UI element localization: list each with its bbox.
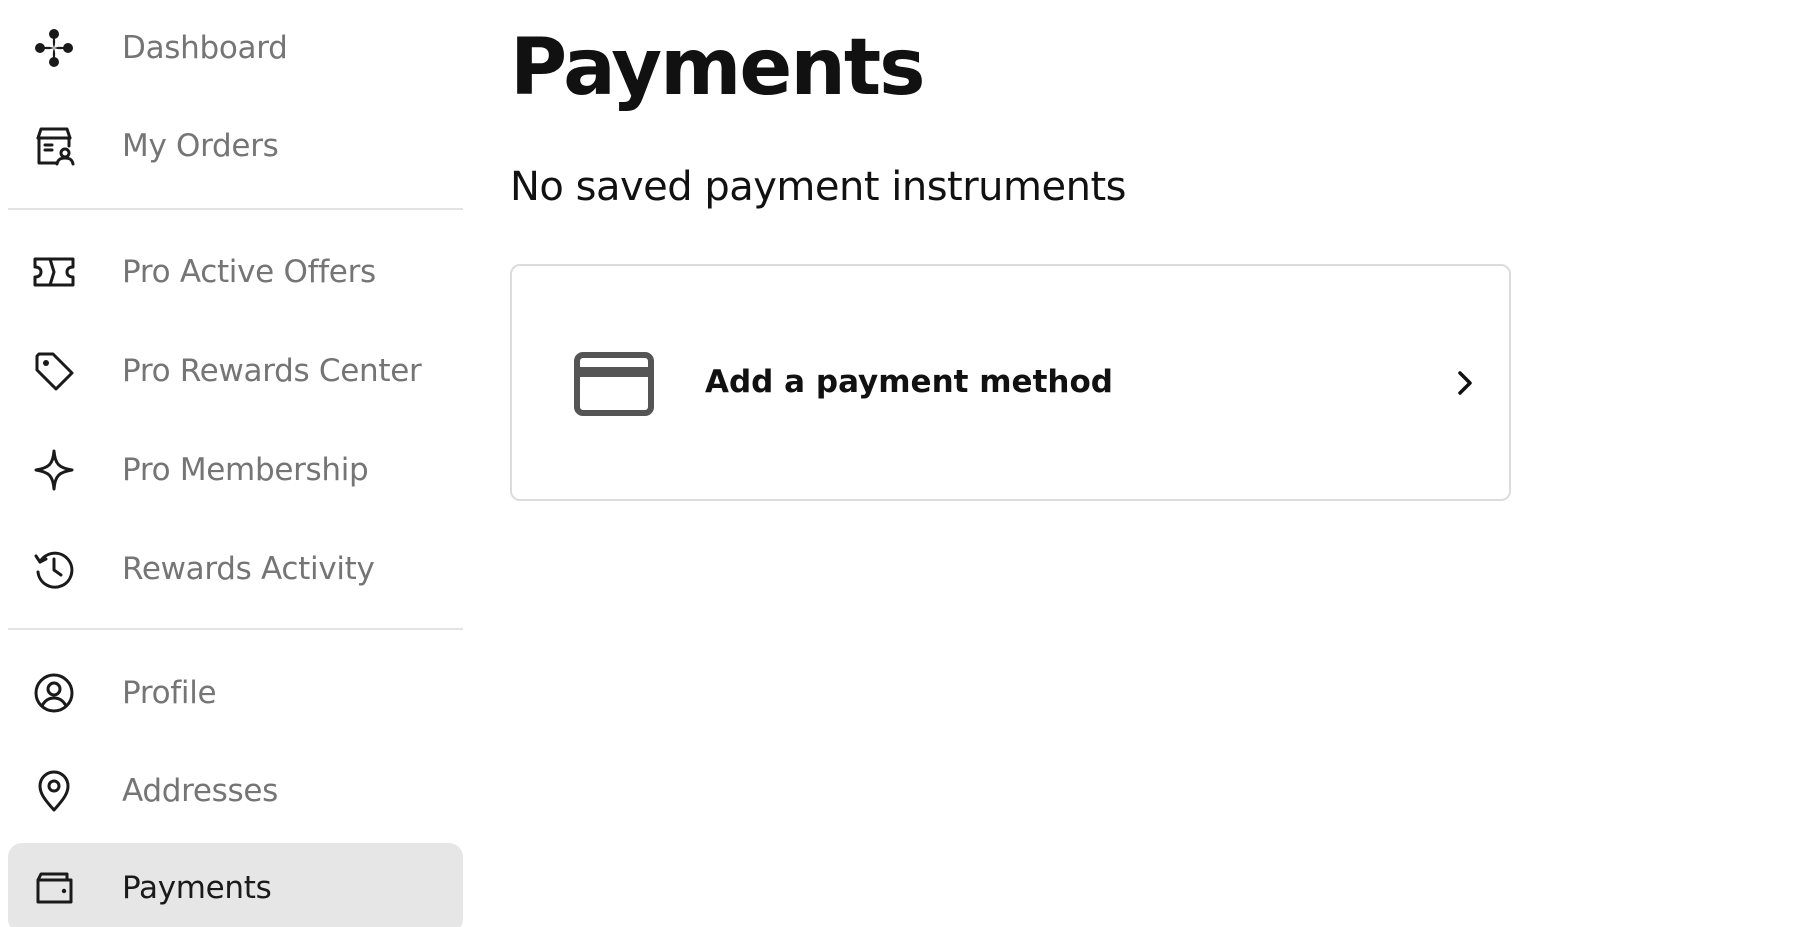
sidebar-item-rewards-activity[interactable]: Rewards Activity xyxy=(8,524,463,614)
empty-state-message: No saved payment instruments xyxy=(510,164,1126,210)
sidebar-item-label: Profile xyxy=(122,675,217,711)
page-title: Payments xyxy=(510,23,926,113)
credit-card-icon xyxy=(574,352,654,416)
history-icon xyxy=(32,547,76,591)
sidebar-divider xyxy=(8,208,463,210)
location-pin-icon xyxy=(32,769,76,813)
sidebar-divider xyxy=(8,628,463,630)
add-payment-method-label: Add a payment method xyxy=(705,364,1113,400)
star-outline-icon xyxy=(32,448,76,492)
sparkle-icon xyxy=(32,26,76,70)
sidebar-item-label: My Orders xyxy=(122,128,279,164)
user-circle-icon xyxy=(32,671,76,715)
store-user-icon xyxy=(32,124,76,168)
sidebar-item-label: Addresses xyxy=(122,773,278,809)
sidebar-item-label: Dashboard xyxy=(122,30,288,66)
ticket-icon xyxy=(32,250,76,294)
sidebar-item-my-orders[interactable]: My Orders xyxy=(8,101,463,191)
sidebar-item-label: Payments xyxy=(122,870,272,906)
sidebar-item-profile[interactable]: Profile xyxy=(8,648,463,738)
sidebar-item-pro-rewards-center[interactable]: Pro Rewards Center xyxy=(8,326,463,416)
sidebar-item-label: Pro Rewards Center xyxy=(122,353,422,389)
sidebar-item-addresses[interactable]: Addresses xyxy=(8,746,463,836)
chevron-right-icon xyxy=(1451,368,1479,398)
sidebar-item-pro-active-offers[interactable]: Pro Active Offers xyxy=(8,227,463,317)
wallet-icon xyxy=(32,866,76,910)
tag-icon xyxy=(32,349,76,393)
payments-page: Dashboard My Orders Pro Active Offers Pr… xyxy=(0,0,1806,927)
sidebar-item-label: Pro Active Offers xyxy=(122,254,376,290)
sidebar-item-dashboard[interactable]: Dashboard xyxy=(8,3,463,93)
sidebar-item-pro-membership[interactable]: Pro Membership xyxy=(8,425,463,515)
sidebar-item-label: Pro Membership xyxy=(122,452,369,488)
sidebar-item-label: Rewards Activity xyxy=(122,551,375,587)
sidebar-item-payments[interactable]: Payments xyxy=(8,843,463,927)
add-payment-method-button[interactable]: Add a payment method xyxy=(510,264,1511,501)
